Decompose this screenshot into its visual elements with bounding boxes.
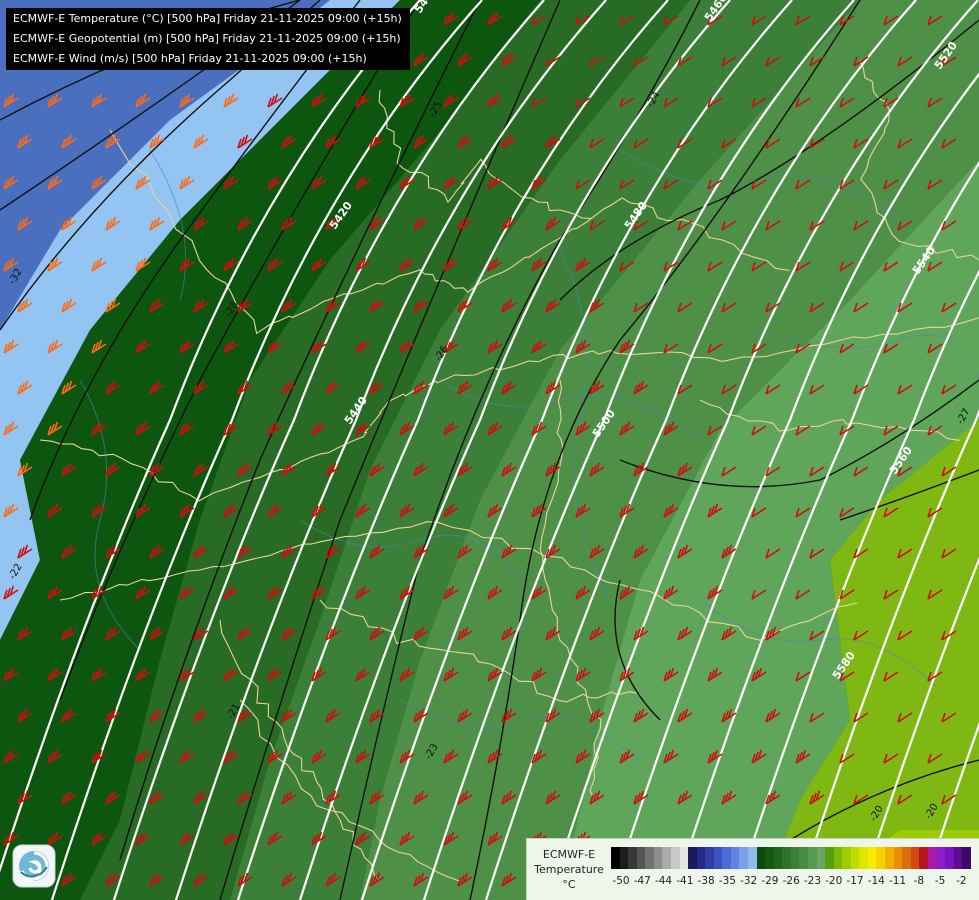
legend-swatch (902, 847, 911, 869)
legend-swatch (662, 847, 671, 869)
legend-swatch (722, 847, 731, 869)
ecmwf-logo-icon (12, 844, 56, 888)
legend-swatch (619, 847, 629, 869)
legend-swatch (962, 847, 971, 869)
legend-tick-label: -47 (633, 875, 651, 887)
legend-swatch (748, 847, 757, 869)
legend-swatch (645, 847, 654, 869)
legend-tick-label: -26 (782, 875, 800, 887)
legend-tick-label: -20 (825, 875, 843, 887)
map-title-box: ECMWF-E Temperature (°C) [500 hPa] Frida… (6, 8, 410, 70)
legend-swatch (936, 847, 945, 869)
legend-swatch (670, 847, 680, 869)
legend-tick-label: -5 (934, 875, 946, 887)
legend-swatch (705, 847, 714, 869)
legend-swatch (833, 847, 843, 869)
legend-swatch (799, 847, 808, 869)
legend-swatch (927, 847, 937, 869)
legend-tick-label: -23 (803, 875, 822, 887)
legend-swatch (876, 847, 885, 869)
temperature-legend: ECMWF-E Temperature °C -50 -47 -44 -41 -38 -3… (526, 838, 979, 900)
legend-swatch (885, 847, 894, 869)
title-wind: ECMWF-E Wind (m/s) [500 hPa] Friday 21-1… (13, 52, 367, 65)
legend-swatch (628, 847, 637, 869)
legend-swatch (859, 847, 868, 869)
legend-tick-label: -44 (654, 875, 673, 887)
legend-title-unit: °C (562, 878, 576, 891)
legend-swatch (773, 847, 783, 869)
legend-swatch (919, 847, 928, 869)
legend-tick-label: -32 (740, 875, 758, 887)
legend-swatch (765, 847, 774, 869)
temperature-shading (0, 0, 979, 900)
legend-swatch (953, 847, 963, 869)
legend-title-variable: Temperature (534, 863, 604, 876)
title-geopotential: ECMWF-E Geopotential (m) [500 hPa] Frida… (13, 32, 401, 45)
legend-tick-label: -38 (697, 875, 715, 887)
legend-swatch (756, 847, 766, 869)
legend-swatch (636, 847, 646, 869)
legend-swatch (730, 847, 740, 869)
weather-map[interactable]: 5400542054405460548055005520554055605580… (0, 0, 979, 900)
legend-swatch (867, 847, 877, 869)
legend-swatch (611, 847, 620, 869)
legend-swatch (653, 847, 663, 869)
legend-tick-label: -14 (867, 875, 885, 887)
legend-swatch (790, 847, 800, 869)
legend-tick-label: -8 (913, 875, 925, 887)
legend-swatch (713, 847, 723, 869)
legend-tick-label: -2 (956, 875, 967, 887)
legend-swatch (807, 847, 817, 869)
legend-swatch (842, 847, 851, 869)
legend-swatch (816, 847, 826, 869)
legend-swatch (739, 847, 748, 869)
legend-title: ECMWF-E Temperature °C (533, 847, 605, 892)
legend-swatch (850, 847, 860, 869)
legend-swatch (696, 847, 706, 869)
legend-tick-label: -41 (676, 875, 694, 887)
legend-swatch (944, 847, 954, 869)
legend-tick-label: -17 (846, 875, 864, 887)
legend-tick-label: -50 (612, 875, 630, 887)
title-temperature: ECMWF-E Temperature (°C) [500 hPa] Frida… (13, 12, 402, 25)
legend-color-bar (611, 847, 971, 869)
legend-tick-label: -35 (718, 875, 736, 887)
legend-swatch (910, 847, 920, 869)
legend-swatch (679, 847, 689, 869)
legend-swatch (688, 847, 697, 869)
legend-swatch (825, 847, 834, 869)
legend-swatch (893, 847, 903, 869)
legend-title-model: ECMWF-E (542, 848, 596, 861)
legend-tick-label: -11 (888, 875, 907, 887)
map-view[interactable]: 5400542054405460548055005520554055605580… (0, 0, 979, 900)
legend-swatch (782, 847, 791, 869)
legend-tick-label: -29 (761, 875, 779, 887)
